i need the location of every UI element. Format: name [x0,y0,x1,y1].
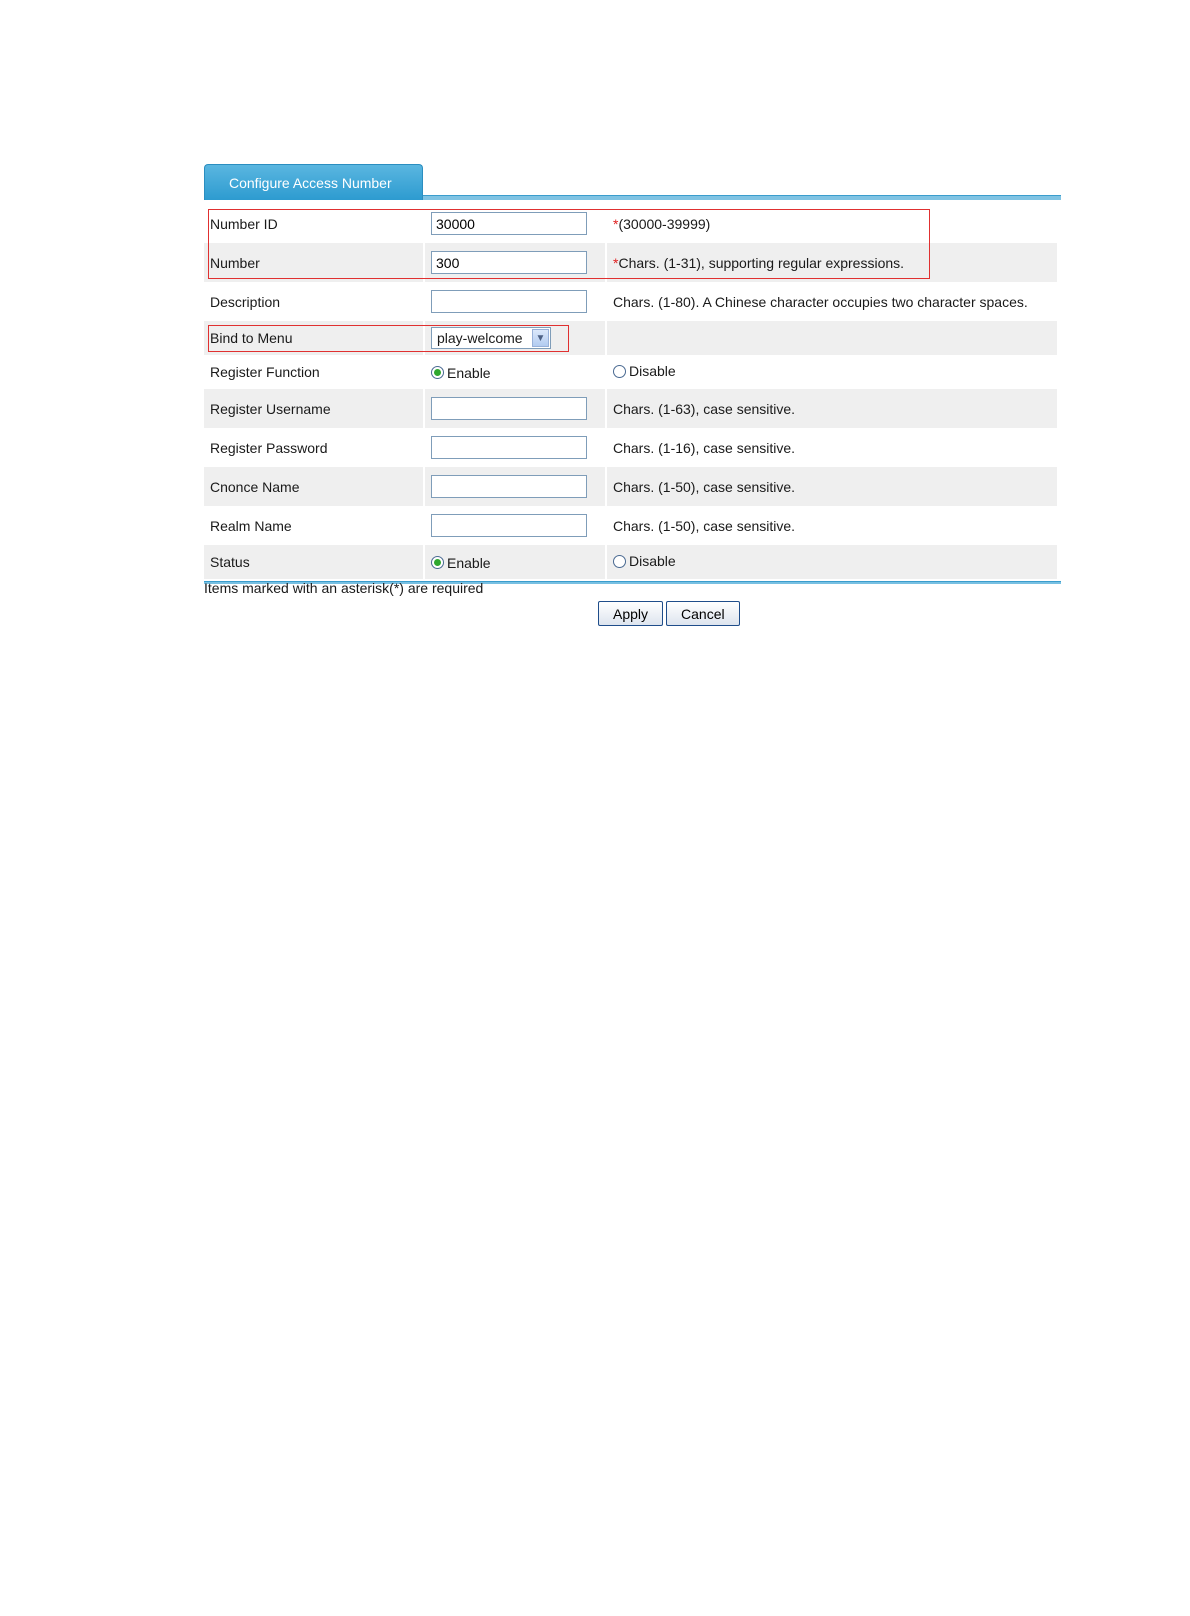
description-hint: Chars. (1-80). A Chinese character occup… [613,293,1028,310]
radio-selected-icon[interactable] [431,366,444,380]
status-enable-radio[interactable]: Enable [431,555,491,571]
cnonce-name-hint: Chars. (1-50), case sensitive. [607,467,1057,506]
cancel-button[interactable]: Cancel [666,601,740,626]
register-function-disable-label: Disable [629,363,676,380]
realm-name-hint: Chars. (1-50), case sensitive. [613,517,796,534]
description-label: Description [210,293,281,310]
bind-to-menu-label: Bind to Menu [204,321,423,355]
number-id-label: Number ID [210,215,278,232]
radio-selected-icon[interactable] [431,556,444,570]
number-label: Number [204,243,423,282]
cnonce-name-label: Cnonce Name [204,467,423,506]
register-password-input[interactable] [431,436,587,459]
bind-to-menu-select[interactable]: play-welcome ▼ [431,327,551,349]
realm-name-label: Realm Name [210,517,292,534]
access-number-form: Number ID *(30000-39999) Number *Chars. … [202,204,1059,579]
radio-unselected-icon[interactable] [613,554,626,568]
row-status: Status Enable Disable [204,545,1057,579]
number-id-hint-text: (30000-39999) [618,215,711,232]
status-enable-label: Enable [447,554,491,571]
row-register-username: Register Username Chars. (1-63), case se… [204,389,1057,428]
tab-configure-access-number[interactable]: Configure Access Number [204,164,423,200]
register-username-hint: Chars. (1-63), case sensitive. [607,389,1057,428]
bind-to-menu-selected: play-welcome [437,330,523,346]
radio-unselected-icon[interactable] [613,364,626,378]
status-label: Status [204,545,423,579]
form-actions: Apply Cancel [598,601,740,626]
number-id-hint: *(30000-39999) [607,204,1057,243]
status-disable-radio[interactable]: Disable [613,553,676,569]
row-cnonce-name: Cnonce Name Chars. (1-50), case sensitiv… [204,467,1057,506]
row-realm-name: Realm Name Chars. (1-50), case sensitive… [204,506,1057,545]
row-description: Description Chars. (1-80). A Chinese cha… [204,282,1057,321]
row-number: Number *Chars. (1-31), supporting regula… [204,243,1057,282]
row-bind-to-menu: Bind to Menu play-welcome ▼ [204,321,1057,355]
row-register-function: Register Function Enable Disable [204,355,1057,389]
cnonce-name-input[interactable] [431,475,587,498]
register-password-label: Register Password [210,439,328,456]
number-input[interactable] [431,251,587,274]
tab-underline [423,195,1061,200]
register-function-enable-radio[interactable]: Enable [431,365,491,381]
register-function-label: Register Function [210,364,320,380]
register-username-label: Register Username [204,389,423,428]
status-disable-label: Disable [629,553,676,570]
configure-access-number-panel: Configure Access Number Number ID *(3000… [204,164,1061,584]
number-hint: *Chars. (1-31), supporting regular expre… [607,243,1057,282]
number-hint-text: Chars. (1-31), supporting regular expres… [618,254,905,271]
register-username-input[interactable] [431,397,587,420]
chevron-down-icon[interactable]: ▼ [532,329,549,347]
realm-name-input[interactable] [431,514,587,537]
description-input[interactable] [431,290,587,313]
tab-bar: Configure Access Number [204,164,1061,200]
register-password-hint: Chars. (1-16), case sensitive. [613,439,796,456]
number-id-input[interactable] [431,212,587,235]
row-register-password: Register Password Chars. (1-16), case se… [204,428,1057,467]
required-note: Items marked with an asterisk(*) are req… [204,580,484,596]
bind-to-menu-hint [607,321,1057,355]
row-number-id: Number ID *(30000-39999) [204,204,1057,243]
register-function-disable-radio[interactable]: Disable [613,363,676,379]
apply-button[interactable]: Apply [598,601,664,626]
register-function-enable-label: Enable [447,364,491,381]
